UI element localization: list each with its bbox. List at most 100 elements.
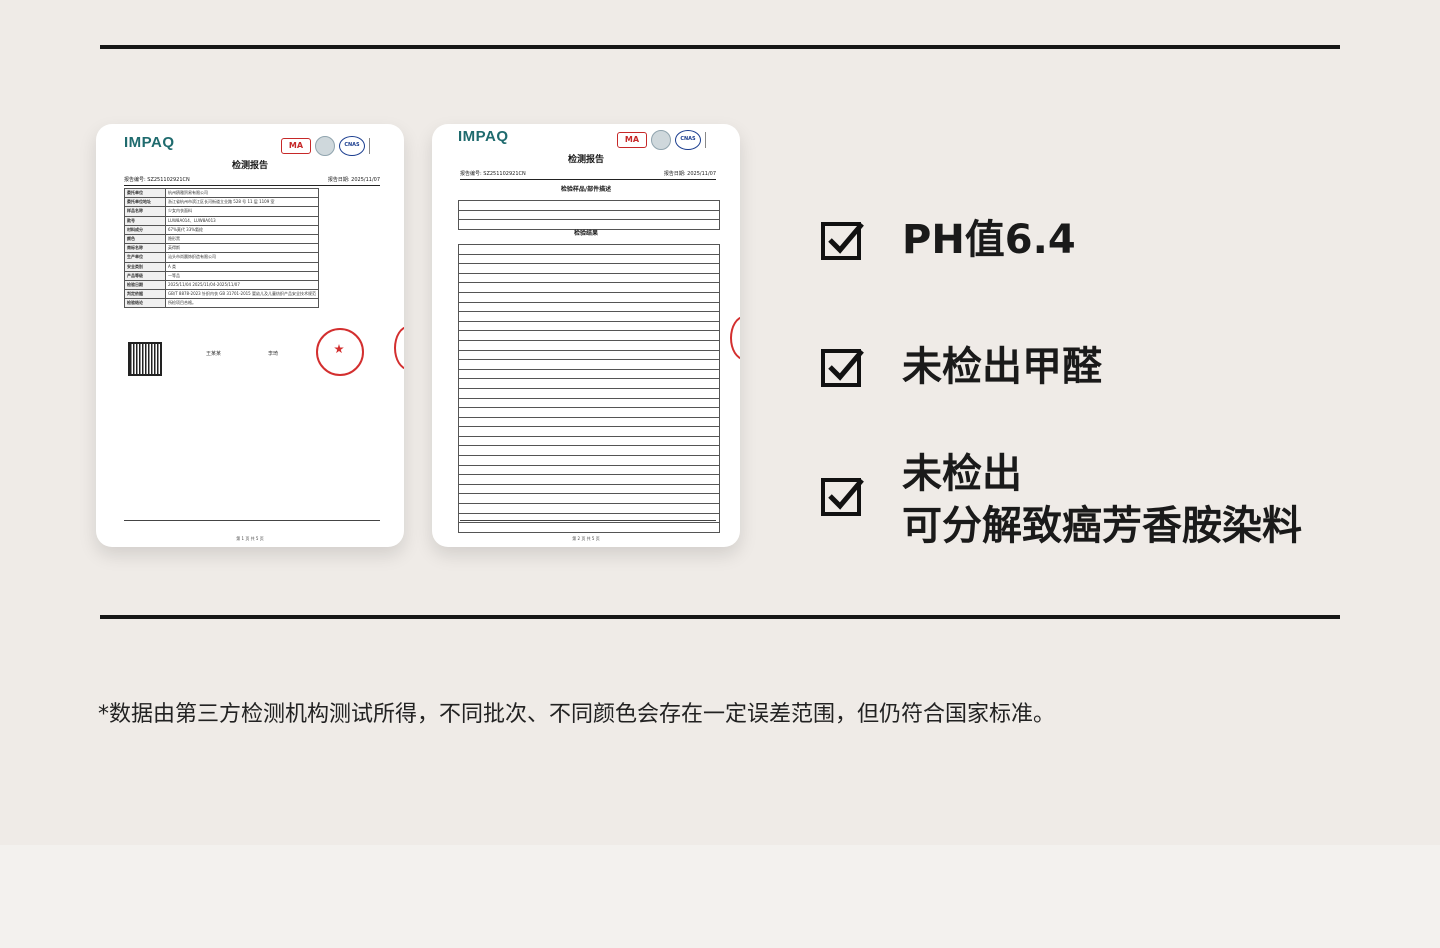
content-panel: IMPAQ MA CNAS 检测报告 报告编号: SZ251102921CN 报… (0, 0, 1440, 845)
info-row-value: 一等品 (165, 270, 319, 281)
result-row (458, 379, 720, 389)
info-row-label: 生产单位 (124, 252, 166, 263)
result-row (458, 283, 720, 293)
info-row-label: 委托单位 (124, 187, 166, 199)
info-row: 检验结论 所检项目合格。 (124, 298, 319, 309)
result-row (458, 417, 720, 428)
checkbox-check-icon (821, 222, 864, 260)
info-row: 判定依据 GB/T 8878-2023 针织内衣 GB 31701-2015 婴幼… (124, 289, 319, 300)
info-row-value: LUW8A014、LUW8A013 (165, 215, 319, 226)
result-row (458, 340, 720, 351)
report-title: 检测报告 (231, 161, 268, 171)
result-row (458, 475, 720, 485)
ma-cert-icon: MA (281, 138, 311, 154)
result-row (458, 312, 720, 322)
qr-code (128, 342, 162, 376)
result-row (458, 350, 720, 361)
cert-logos: MA CNAS (617, 130, 720, 150)
results-table (458, 244, 720, 533)
report-number: 报告编号: SZ251102921CN (460, 171, 526, 177)
info-row-value: 浙江省杭州市滨江区长河街道立业路 528 号 11 层 1109 室 (165, 197, 319, 208)
report-meta: 报告编号: SZ251102921CN 报告日期: 2025/11/07 (124, 176, 380, 186)
result-row (458, 360, 720, 370)
info-row-label: 样品名称 (124, 206, 166, 217)
result-row (458, 388, 720, 399)
result-row (458, 504, 720, 514)
cnas-cert-icon: CNAS (675, 130, 701, 150)
report-title: 检测报告 (567, 155, 604, 165)
info-row-label: 安全类别 (124, 261, 166, 272)
report-date: 报告日期: 2025/11/07 (663, 171, 716, 177)
impaq-logo: IMPAQ (458, 128, 509, 145)
result-row (458, 408, 720, 418)
result-row (458, 484, 720, 495)
info-row: 安全类别 A 类 (124, 261, 319, 272)
top-divider (100, 45, 1340, 49)
report-meta: 报告编号: SZ251102921CN 报告日期: 2025/11/07 (460, 170, 716, 180)
result-row (458, 273, 720, 284)
sample-table (458, 200, 720, 230)
info-row-label: 产品等级 (124, 270, 166, 281)
result-row (458, 292, 720, 303)
info-row-value: 隐形黑 (165, 233, 319, 245)
result-row (458, 254, 720, 265)
page-number: 第 1 页 共 5 页 (236, 536, 264, 541)
info-row-value: 杭州鸥雅贸易有限公司 (165, 187, 319, 199)
info-row-value: 2025/11/04 2025/11/04-2025/11/07 (165, 279, 319, 291)
report-page-1: IMPAQ MA CNAS 检测报告 报告编号: SZ251102921CN 报… (96, 124, 404, 547)
result-row (458, 369, 720, 380)
info-row: 生产单位 汕头市尚晨饰织造有限公司 (124, 252, 319, 263)
seal-edge-icon (394, 326, 404, 370)
ma-cert-icon: MA (617, 132, 647, 148)
result-row (458, 321, 720, 332)
info-row: 商标名称 英得斯 (124, 243, 319, 254)
result-row (458, 331, 720, 341)
info-row: 委托单位地址 浙江省杭州市滨江区长河街道立业路 528 号 11 层 1109 室 (124, 197, 319, 208)
info-row: 材料成分 67%莫代 33%氨纶 (124, 224, 319, 235)
info-row: 样品名称 少女内衣面料 (124, 206, 319, 217)
report-footer (460, 520, 716, 533)
info-row-value: 少女内衣面料 (165, 206, 319, 217)
info-row: 颜色 隐形黑 (124, 233, 319, 245)
info-row: 委托单位 杭州鸥雅贸易有限公司 (124, 187, 319, 199)
report-date: 报告日期: 2025/11/07 (327, 177, 380, 183)
signer-2: 李琦 (268, 351, 279, 357)
info-row: 检验日期 2025/11/04 2025/11/04-2025/11/07 (124, 279, 319, 291)
info-row-label: 判定依据 (124, 289, 166, 300)
report-number: 报告编号: SZ251102921CN (124, 177, 190, 183)
result-row (458, 465, 720, 476)
report-page-2: IMPAQ MA CNAS 检测报告 报告编号: SZ251102921CN 报… (432, 124, 740, 547)
report-info-table: 委托单位 杭州鸥雅贸易有限公司 委托单位地址 浙江省杭州市滨江区长河街道立业路 528… (124, 187, 319, 309)
result-row (458, 456, 720, 466)
info-row-label: 检验日期 (124, 279, 166, 291)
info-row-value: GB/T 8878-2023 针织内衣 GB 31701-2015 婴幼儿及儿童… (165, 289, 319, 300)
cnas-cert-icon: CNAS (339, 136, 365, 156)
info-row-label: 材料成分 (124, 224, 166, 235)
feature-label: 未检出甲醛 (902, 344, 1102, 390)
ilac-cert-icon (651, 130, 671, 150)
checkbox-check-icon (821, 349, 864, 387)
info-row-label: 检验结论 (124, 298, 166, 309)
cert-caption (705, 132, 720, 148)
official-seal-icon (316, 328, 364, 376)
feature-label-line1: 未检出 (902, 451, 1022, 497)
info-row-value: 所检项目合格。 (165, 298, 319, 309)
report-footer (124, 520, 380, 533)
result-row (458, 494, 720, 505)
impaq-logo: IMPAQ (124, 134, 175, 151)
info-row-label: 委托单位地址 (124, 197, 166, 208)
info-row-label: 颜色 (124, 233, 166, 245)
info-row-value: 67%莫代 33%氨纶 (165, 224, 319, 235)
result-row (458, 398, 720, 409)
section-sample-desc: 检验样品/部件描述 (560, 186, 612, 193)
info-row-label: 商标名称 (124, 243, 166, 254)
checkbox-check-icon (821, 478, 864, 516)
feature-label-line2: 可分解致癌芳香胺染料 (902, 503, 1302, 549)
feature-label: PH值6.4 (902, 217, 1076, 263)
bottom-divider (100, 615, 1340, 619)
result-row (458, 427, 720, 437)
cert-logos: MA CNAS (281, 136, 384, 156)
disclaimer-note: *数据由第三方检测机构测试所得，不同批次、不同颜色会存在一定误差范围，但仍符合国… (98, 702, 1056, 727)
result-row (458, 436, 720, 447)
page-number: 第 2 页 共 5 页 (572, 536, 600, 541)
